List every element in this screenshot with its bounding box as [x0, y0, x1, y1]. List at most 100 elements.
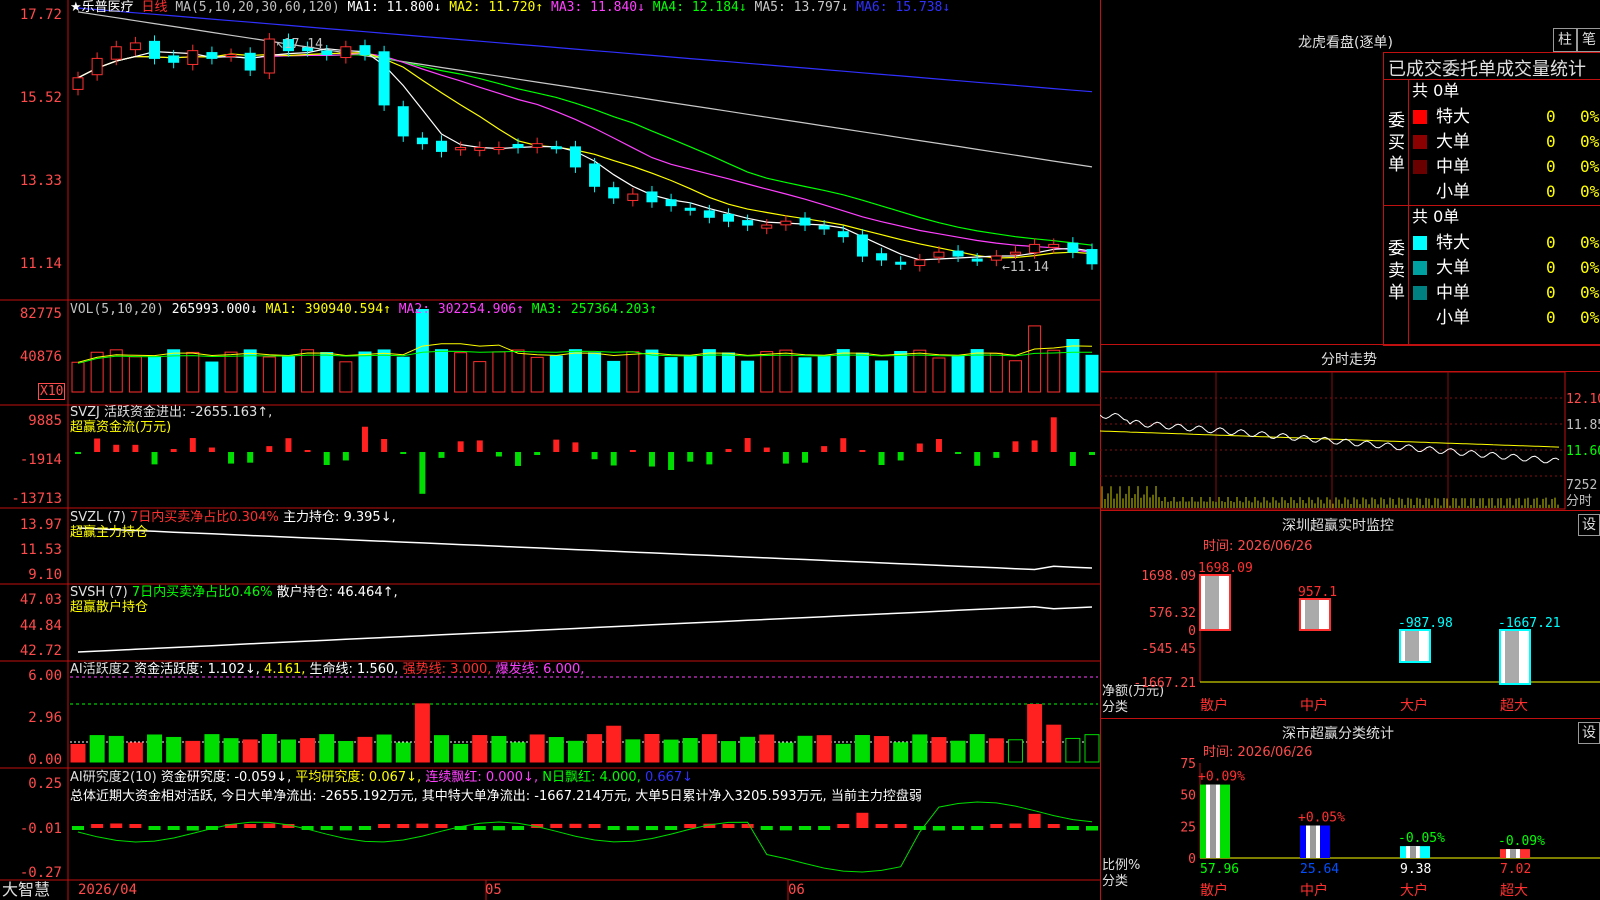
- monitor-bar[interactable]: [1399, 629, 1431, 664]
- candle[interactable]: [569, 146, 581, 168]
- monitor-bar[interactable]: [1299, 598, 1331, 632]
- candle[interactable]: [1048, 243, 1060, 248]
- classify-bar[interactable]: [1200, 784, 1230, 858]
- fundflow-bar: [553, 439, 560, 452]
- candle[interactable]: [206, 52, 218, 59]
- candle[interactable]: [378, 51, 390, 106]
- research-bar: [263, 823, 276, 828]
- candle[interactable]: [321, 50, 333, 56]
- candle[interactable]: [627, 193, 639, 201]
- candle[interactable]: [550, 146, 562, 150]
- xaxis-m06: 06: [788, 882, 805, 898]
- activity-bar: [357, 736, 373, 763]
- research-bar: [837, 824, 850, 828]
- fundflow-bar: [840, 438, 847, 452]
- activity-bar: [778, 742, 794, 763]
- stock-name[interactable]: ★乐普医疗: [70, 0, 134, 15]
- classify-bar[interactable]: [1300, 825, 1330, 858]
- candle[interactable]: [168, 55, 180, 63]
- candle[interactable]: [1029, 243, 1041, 254]
- candle[interactable]: [129, 42, 141, 51]
- candle[interactable]: [608, 187, 620, 199]
- ma-value-4: MA4: 12.184↓: [644, 0, 747, 15]
- candle[interactable]: [512, 143, 524, 149]
- candle[interactable]: [263, 38, 275, 74]
- candle[interactable]: [780, 220, 792, 226]
- svsh-ytick-1: 47.03: [19, 592, 62, 608]
- fundflow-bar: [859, 450, 866, 452]
- fundflow-bar: [993, 452, 1000, 458]
- candle[interactable]: [952, 250, 964, 257]
- candle[interactable]: [646, 191, 658, 203]
- classify-bar[interactable]: [1400, 846, 1430, 858]
- candle[interactable]: [818, 225, 830, 230]
- classify-bar[interactable]: [1500, 849, 1530, 858]
- candle[interactable]: [72, 77, 84, 90]
- monitor-value-label: -1667.21: [1498, 616, 1561, 631]
- candle[interactable]: [761, 224, 773, 229]
- candle[interactable]: [799, 217, 811, 226]
- volume-bar: [645, 349, 659, 393]
- candle[interactable]: [703, 210, 715, 218]
- candle[interactable]: [416, 137, 428, 145]
- research-bar: [550, 823, 563, 828]
- candle[interactable]: [244, 52, 256, 71]
- vol-unit[interactable]: X10: [38, 383, 66, 400]
- monitor-bar[interactable]: [1499, 629, 1531, 685]
- main-ytick-4: 11.14: [19, 256, 62, 272]
- candle[interactable]: [933, 251, 945, 258]
- volume-bar: [932, 357, 946, 393]
- candle[interactable]: [187, 50, 199, 65]
- volume-bar: [760, 351, 774, 393]
- fundflow-bar: [878, 452, 885, 466]
- fundflow-bar: [916, 443, 923, 452]
- candle[interactable]: [589, 163, 601, 187]
- candle[interactable]: [340, 46, 352, 59]
- fundflow-bar: [782, 452, 789, 464]
- candle[interactable]: [455, 147, 467, 151]
- fundflow-bar: [897, 452, 904, 461]
- candle[interactable]: [876, 253, 888, 261]
- candle[interactable]: [531, 143, 543, 148]
- candle[interactable]: [722, 213, 734, 222]
- candle[interactable]: [474, 147, 486, 151]
- candle[interactable]: [742, 220, 754, 226]
- candle[interactable]: [684, 207, 696, 211]
- candle[interactable]: [91, 57, 103, 76]
- candle[interactable]: [990, 255, 1002, 261]
- monitor-ytick: 1698.09: [1141, 569, 1196, 584]
- monitor-bar[interactable]: [1199, 574, 1231, 631]
- period-label[interactable]: 日线: [141, 0, 167, 15]
- volume-bar: [262, 356, 276, 393]
- candle[interactable]: [914, 259, 926, 267]
- fundflow-bar: [381, 438, 388, 452]
- research-bar: [320, 826, 333, 830]
- activity-bar: [491, 735, 507, 763]
- candle[interactable]: [493, 147, 505, 151]
- main-chart-svg[interactable]: [0, 0, 1100, 900]
- volume-bar: [779, 349, 793, 393]
- candle[interactable]: [971, 258, 983, 262]
- monitor-ytick: 0: [1188, 624, 1196, 639]
- candle[interactable]: [397, 106, 409, 137]
- volume-bar: [224, 351, 238, 393]
- candle[interactable]: [1067, 242, 1079, 253]
- svsh-header: SVSH (7) 7日内买卖净占比0.46% 散户持仓: 46.464↑, 超赢…: [70, 585, 398, 615]
- candle[interactable]: [225, 54, 237, 58]
- classify-value-label: 7.02: [1500, 862, 1531, 877]
- brand-label: 大智慧: [2, 880, 51, 899]
- research-bar: [473, 826, 486, 830]
- volume-bar: [989, 352, 1003, 393]
- candle[interactable]: [149, 40, 161, 59]
- volume-bar: [1085, 354, 1099, 393]
- candle[interactable]: [837, 231, 849, 238]
- candle[interactable]: [436, 140, 448, 152]
- candle[interactable]: [895, 261, 907, 265]
- candle[interactable]: [1009, 251, 1021, 255]
- ma5-line: [77, 11, 1093, 168]
- candle[interactable]: [359, 45, 371, 56]
- candle[interactable]: [110, 46, 122, 60]
- candle[interactable]: [856, 234, 868, 257]
- candle[interactable]: [1086, 249, 1098, 265]
- candle[interactable]: [665, 199, 677, 207]
